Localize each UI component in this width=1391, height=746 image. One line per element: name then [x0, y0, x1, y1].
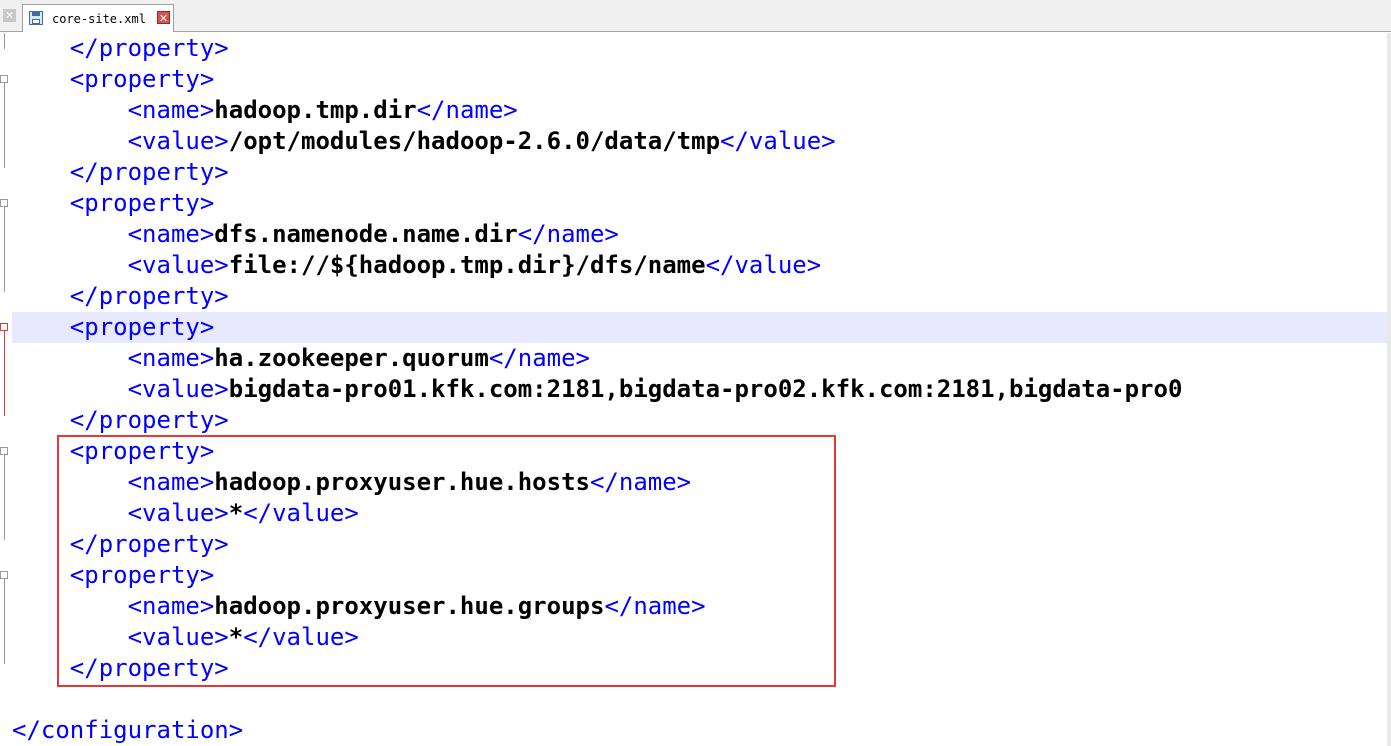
tab-close-icon[interactable]: ✕	[157, 11, 170, 25]
code-line[interactable]: <property>	[12, 312, 1387, 343]
code-line[interactable]: <name>ha.zookeeper.quorum</name>	[12, 343, 590, 374]
fold-margin	[0, 33, 10, 746]
fold-toggle-icon[interactable]	[0, 75, 8, 83]
xml-open-tag: <name>	[127, 96, 215, 124]
xml-text: bigdata-pro01.kfk.com:2181,bigdata-pro02…	[228, 375, 1183, 403]
save-icon	[29, 11, 43, 25]
code-editor[interactable]: </property> <property> <name>hadoop.tmp.…	[0, 33, 1391, 746]
fold-line	[4, 579, 5, 664]
code-line[interactable]: <value>bigdata-pro01.kfk.com:2181,bigdat…	[12, 374, 1183, 405]
xml-open-tag: </property>	[69, 282, 229, 310]
xml-text: ha.zookeeper.quorum	[214, 344, 489, 372]
fold-toggle-icon[interactable]	[0, 323, 8, 331]
highlight-annotation-box	[57, 435, 836, 687]
code-line[interactable]: <value>file://${hadoop.tmp.dir}/dfs/name…	[12, 250, 822, 281]
xml-open-tag: <property>	[69, 313, 215, 341]
xml-open-tag: <value>	[127, 127, 229, 155]
xml-close-tag: </name>	[517, 220, 619, 248]
fold-line	[4, 455, 5, 540]
code-line[interactable]: <name>hadoop.tmp.dir</name>	[12, 95, 518, 126]
fold-line	[4, 331, 5, 416]
xml-open-tag: <name>	[127, 220, 215, 248]
fold-toggle-icon[interactable]	[0, 199, 8, 207]
xml-open-tag: <value>	[127, 375, 229, 403]
fold-line	[4, 83, 5, 168]
code-line[interactable]: <property>	[12, 188, 215, 219]
xml-text: hadoop.tmp.dir	[214, 96, 417, 124]
tab-bar: ✕ core-site.xml ✕	[0, 0, 1391, 32]
xml-open-tag: <value>	[127, 251, 229, 279]
code-line[interactable]: <value>/opt/modules/hadoop-2.6.0/data/tm…	[12, 126, 836, 157]
xml-open-tag: <property>	[69, 65, 215, 93]
xml-open-tag: </property>	[69, 158, 229, 186]
fold-toggle-icon[interactable]	[0, 447, 8, 455]
tab-core-site-xml[interactable]: core-site.xml ✕	[22, 4, 174, 32]
code-line[interactable]: </configuration>	[12, 715, 243, 746]
xml-open-tag: </property>	[69, 34, 229, 62]
xml-open-tag: <name>	[127, 344, 215, 372]
code-line[interactable]: </property>	[12, 157, 229, 188]
fold-line	[4, 207, 5, 292]
xml-open-tag: <property>	[69, 189, 215, 217]
fold-toggle-icon[interactable]	[0, 571, 8, 579]
fold-line	[4, 33, 5, 49]
code-line[interactable]: </property>	[12, 405, 229, 436]
xml-close-tag: </name>	[416, 96, 518, 124]
xml-open-tag: </configuration>	[12, 716, 244, 744]
code-line[interactable]: <name>dfs.namenode.name.dir</name>	[12, 219, 619, 250]
xml-text: /opt/modules/hadoop-2.6.0/data/tmp	[228, 127, 721, 155]
code-line[interactable]: </property>	[12, 281, 229, 312]
xml-close-tag: </value>	[720, 127, 836, 155]
xml-text: dfs.namenode.name.dir	[214, 220, 518, 248]
tab-label: core-site.xml	[52, 12, 146, 26]
code-line[interactable]: <property>	[12, 64, 215, 95]
xml-open-tag: </property>	[69, 406, 229, 434]
vertical-scrollbar[interactable]	[1387, 33, 1391, 746]
code-line[interactable]: </property>	[12, 33, 229, 64]
xml-close-tag: </name>	[488, 344, 590, 372]
close-all-icon[interactable]: ✕	[3, 9, 16, 22]
xml-text: file://${hadoop.tmp.dir}/dfs/name	[228, 251, 706, 279]
xml-close-tag: </value>	[705, 251, 822, 279]
